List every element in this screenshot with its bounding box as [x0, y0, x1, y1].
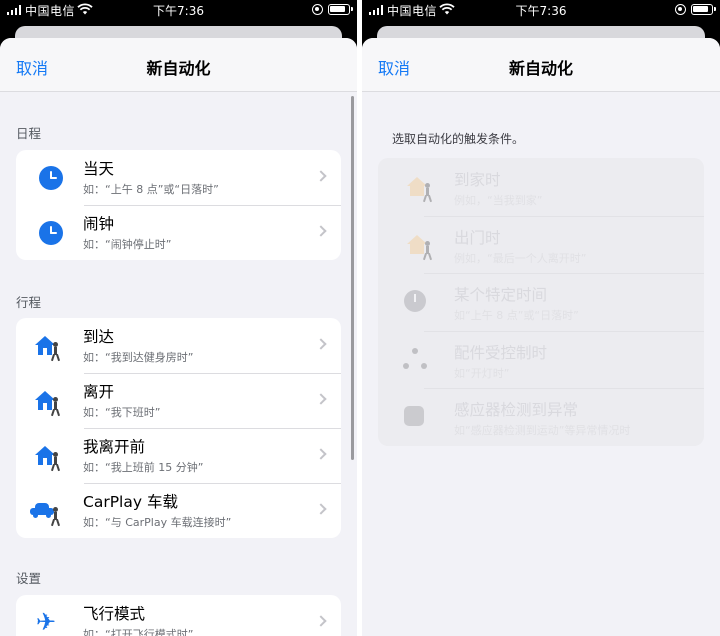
row-subtitle: 如“感应器检测到运动”等异常情况时 — [454, 424, 631, 437]
chevron-right-icon — [315, 338, 327, 350]
new-automation-sheet: 取消 新自动化 选取自动化的触发条件。 到家时 例如，“当我到家” 出门时 例如… — [362, 38, 720, 636]
row-subtitle: 如：“打开飞行模式时” — [83, 628, 194, 636]
row-title: CarPlay 车载 — [83, 493, 178, 511]
left-screen: 中国电信 下午7:36 取消 新自动化 日程 当天 如：“上午 8 点”或“日落… — [0, 0, 357, 636]
cancel-button[interactable]: 取消 — [378, 55, 410, 79]
clock-icon — [39, 166, 63, 190]
row-title: 我离开前 — [83, 438, 146, 456]
right-screen: 中国电信 下午7:36 取消 新自动化 选取自动化的触发条件。 到家时 例如，“… — [362, 0, 720, 636]
trigger-row-sensor[interactable]: 感应器检测到异常 如“感应器检测到运动”等异常情况时 — [378, 388, 704, 446]
clock-icon — [39, 221, 63, 245]
accessory-icon — [402, 345, 432, 373]
instruction-text: 选取自动化的触发条件。 — [392, 132, 525, 146]
house-walker-icon — [30, 331, 66, 362]
trigger-row-arrive[interactable]: 到达 如：“我到达健身房时” — [16, 318, 341, 373]
row-title: 某个特定时间 — [454, 286, 548, 304]
status-time: 下午7:36 — [153, 4, 204, 18]
travel-group: 到达 如：“我到达健身房时” 离开 如：“我下班时” 我离开前 如：“我上班前 … — [16, 318, 341, 538]
row-subtitle: 如：“闹钟停止时” — [83, 238, 172, 251]
trigger-row-time-of-day[interactable]: 当天 如：“上午 8 点”或“日落时” — [16, 150, 341, 205]
trigger-row-before-leave[interactable]: 我离开前 如：“我上班前 15 分钟” — [16, 428, 341, 483]
trigger-row-specific-time[interactable]: 某个特定时间 如“上午 8 点”或“日落时” — [378, 273, 704, 331]
row-title: 感应器检测到异常 — [454, 401, 579, 419]
row-title: 到家时 — [454, 171, 501, 189]
trigger-row-accessory[interactable]: 配件受控制时 如“开灯时” — [378, 330, 704, 389]
house-walker-icon — [30, 441, 66, 472]
row-subtitle: 如“上午 8 点”或“日落时” — [454, 309, 579, 322]
row-subtitle: 如：“我到达健身房时” — [83, 351, 194, 364]
row-subtitle: 如：“我上班前 15 分钟” — [83, 461, 204, 474]
row-subtitle: 例如，“当我到家” — [454, 194, 543, 207]
chevron-right-icon — [315, 448, 327, 460]
trigger-row-arrive-home[interactable]: 到家时 例如，“当我到家” — [378, 158, 704, 216]
trigger-row-leave-home[interactable]: 出门时 例如，“最后一个人离开时” — [378, 215, 704, 274]
airplane-icon: ✈ — [36, 608, 57, 636]
schedule-group: 当天 如：“上午 8 点”或“日落时” 闹钟 如：“闹钟停止时” — [16, 150, 341, 260]
trigger-row-leave[interactable]: 离开 如：“我下班时” — [16, 373, 341, 428]
trigger-row-alarm[interactable]: 闹钟 如：“闹钟停止时” — [16, 205, 341, 260]
row-title: 飞行模式 — [83, 605, 146, 623]
row-subtitle: 如“开灯时” — [454, 366, 510, 380]
status-time: 下午7:36 — [515, 4, 567, 18]
status-bar: 中国电信 下午7:36 — [0, 0, 357, 20]
row-subtitle: 例如，“最后一个人离开时” — [454, 251, 587, 265]
battery-icon — [328, 4, 353, 15]
row-title: 当天 — [83, 160, 115, 178]
section-header-settings: 设置 — [16, 571, 42, 586]
row-title: 离开 — [83, 383, 115, 401]
car-walker-icon — [30, 496, 66, 527]
nav-bar: 取消 新自动化 — [362, 38, 720, 92]
row-title: 到达 — [83, 328, 115, 346]
clock-icon — [402, 287, 432, 315]
row-subtitle: 如：“我下班时” — [83, 406, 161, 419]
page-title: 新自动化 — [146, 59, 211, 78]
home-arrive-icon — [402, 172, 433, 203]
trigger-row-carplay[interactable]: CarPlay 车载 如：“与 CarPlay 车载连接时” — [16, 483, 341, 538]
row-subtitle: 如：“与 CarPlay 车载连接时” — [83, 516, 232, 529]
home-trigger-list: 到家时 例如，“当我到家” 出门时 例如，“最后一个人离开时” 某个特定时间 如… — [378, 158, 704, 446]
section-header-travel: 行程 — [16, 295, 42, 310]
chevron-right-icon — [315, 503, 327, 515]
new-automation-sheet: 取消 新自动化 日程 当天 如：“上午 8 点”或“日落时” 闹钟 如：“闹钟停… — [0, 38, 357, 636]
orientation-lock-icon — [312, 4, 323, 15]
home-leave-icon — [402, 230, 433, 260]
row-title: 配件受控制时 — [454, 343, 548, 362]
nav-bar: 取消 新自动化 — [0, 38, 357, 92]
cancel-button[interactable]: 取消 — [16, 55, 48, 79]
house-walker-icon — [30, 386, 66, 417]
scrollbar[interactable] — [351, 96, 354, 460]
chevron-right-icon — [315, 615, 327, 627]
battery-icon — [691, 4, 716, 15]
status-bar: 中国电信 下午7:36 — [362, 0, 720, 20]
settings-group: ✈ 飞行模式 如：“打开飞行模式时” — [16, 595, 341, 636]
row-subtitle: 如：“上午 8 点”或“日落时” — [83, 183, 219, 196]
chevron-right-icon — [315, 225, 327, 237]
trigger-row-airplane-mode[interactable]: ✈ 飞行模式 如：“打开飞行模式时” — [16, 595, 341, 636]
chevron-right-icon — [315, 393, 327, 405]
row-title: 闹钟 — [83, 215, 115, 233]
row-title: 出门时 — [454, 228, 501, 247]
chevron-right-icon — [315, 170, 327, 182]
sensor-icon — [402, 402, 432, 430]
section-header-schedule: 日程 — [16, 126, 42, 141]
orientation-lock-icon — [675, 4, 686, 15]
page-title: 新自动化 — [508, 59, 573, 78]
